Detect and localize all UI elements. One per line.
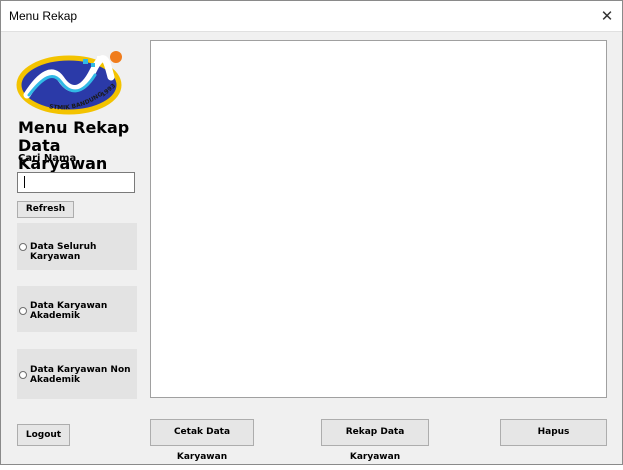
data-display-area[interactable] (150, 40, 607, 398)
refresh-button[interactable]: Refresh (17, 201, 74, 218)
radio-icon[interactable] (19, 307, 27, 315)
cetak-button[interactable]: Cetak Data Karyawan (150, 419, 254, 462)
logout-button[interactable]: Logout (17, 424, 70, 446)
logo-dot-icon (110, 51, 122, 63)
title-bar: Menu Rekap ✕ (1, 1, 622, 32)
option-non-akademik[interactable]: Data Karyawan Non Akademik (17, 349, 137, 399)
close-button[interactable]: ✕ (592, 1, 622, 31)
text-caret (24, 176, 25, 188)
option-akademik[interactable]: Data Karyawan Akademik (17, 286, 137, 332)
window-title: Menu Rekap (9, 9, 78, 23)
hapus-button[interactable]: Hapus (500, 419, 607, 446)
stmik-logo: STMIK BANDUNG 1993 (16, 51, 122, 115)
rekap-button[interactable]: Rekap Data Karyawan (321, 419, 429, 462)
option-label: Data Karyawan Akademik (30, 301, 108, 321)
radio-icon[interactable] (19, 371, 27, 379)
option-seluruh[interactable]: Data Seluruh Karyawan (17, 223, 137, 270)
radio-icon[interactable] (19, 243, 27, 251)
rekap-dialog: Menu Rekap ✕ STMIK BANDUNG 1993 Menu Rek… (0, 0, 623, 465)
page-title: Menu Rekap Data Karyawan (18, 118, 130, 173)
option-label: Data Seluruh Karyawan (30, 242, 97, 262)
option-label: Data Karyawan Non Akademik (30, 365, 131, 385)
search-label: Cari Nama (18, 153, 77, 164)
search-input[interactable] (17, 172, 135, 193)
